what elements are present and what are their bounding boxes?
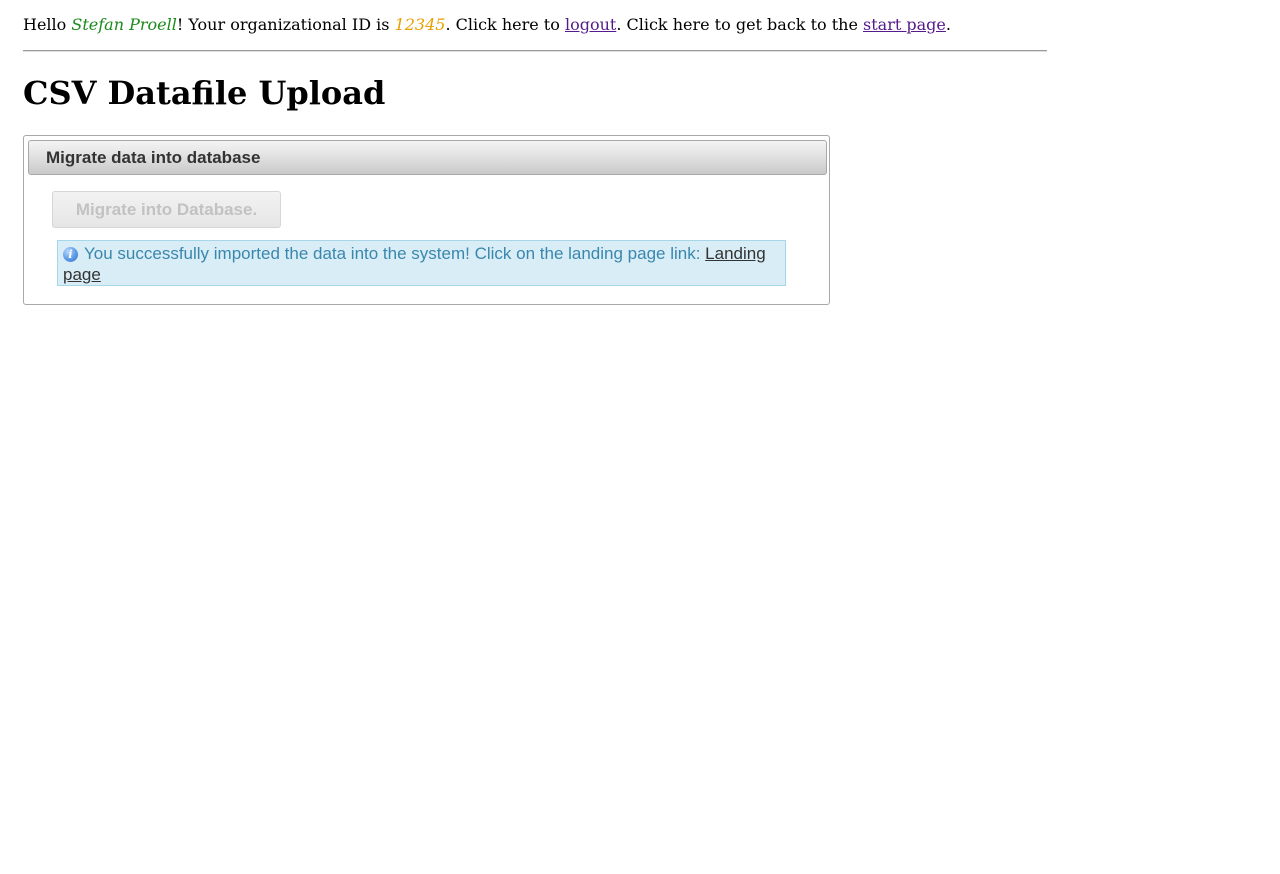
migrate-panel: Migrate data into database Migrate into …: [23, 135, 830, 305]
logout-link[interactable]: logout: [565, 15, 616, 34]
info-icon: i: [63, 247, 78, 262]
org-id-prefix: ! Your organizational ID is: [176, 15, 395, 34]
start-page-prefix: . Click here to get back to the: [616, 15, 864, 34]
user-info-suffix: .: [945, 15, 951, 34]
user-name: Stefan Proell: [71, 15, 177, 34]
logout-prefix: . Click here to: [445, 15, 565, 34]
user-info-bar: Hello Stefan Proell! Your organizational…: [23, 14, 951, 36]
organizational-id: 12345: [394, 15, 446, 34]
greeting-prefix: Hello: [23, 15, 72, 34]
success-message-text: You successfully imported the data into …: [84, 244, 706, 263]
panel-header[interactable]: Migrate data into database: [28, 140, 827, 175]
start-page-link[interactable]: start page: [863, 15, 946, 34]
success-message: i You successfully imported the data into…: [57, 240, 786, 286]
page-title: CSV Datafile Upload: [23, 74, 386, 112]
header-divider: [23, 50, 1047, 52]
migrate-into-database-button[interactable]: Migrate into Database.: [52, 191, 281, 228]
